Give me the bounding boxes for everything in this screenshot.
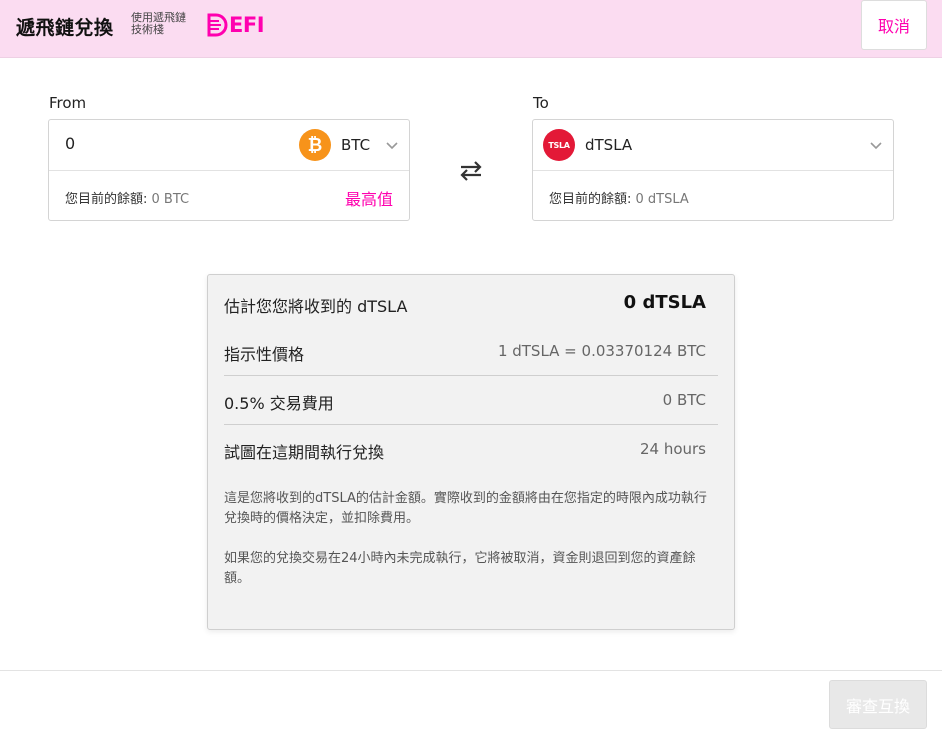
from-token-box: ₿ BTC 您目前的餘額: 0 BTC 最高值 bbox=[48, 119, 410, 221]
max-button[interactable]: 最高值 bbox=[345, 186, 393, 210]
from-balance-value: 0 BTC bbox=[151, 192, 190, 207]
fee-row: 0.5% 交易費用 0 BTC bbox=[224, 378, 718, 426]
powered-by-line2: 技術棧 bbox=[131, 23, 164, 36]
to-chevron-down-icon[interactable] bbox=[869, 141, 883, 151]
defi-logo-mark-icon bbox=[207, 13, 228, 37]
review-swap-button[interactable]: 審查互換 bbox=[829, 680, 927, 729]
to-token-row[interactable]: TSLA dTSLA bbox=[533, 120, 893, 171]
to-balance-value: 0 dTSLA bbox=[635, 192, 689, 207]
price-row: 指示性價格 1 dTSLA = 0.03370124 BTC bbox=[224, 329, 718, 377]
to-balance-label: 您目前的餘額: bbox=[549, 192, 632, 207]
divider bbox=[224, 424, 718, 425]
tsla-icon: TSLA bbox=[543, 129, 575, 161]
from-chevron-down-icon[interactable] bbox=[385, 141, 399, 151]
defi-logo-text: EFI bbox=[229, 13, 265, 37]
from-balance-label: 您目前的餘額: bbox=[65, 192, 148, 207]
app-title: 遞飛鏈兌換 bbox=[16, 17, 114, 39]
powered-by-text: 使用遞飛鏈 技術棧 bbox=[131, 12, 186, 36]
from-balance: 您目前的餘額: 0 BTC bbox=[65, 188, 189, 207]
estimate-note: 這是您將收到的dTSLA的估計金額。實際收到的金額將由在您指定的時限內成功執行兌… bbox=[224, 491, 707, 526]
from-label: From bbox=[49, 94, 87, 112]
to-balance: 您目前的餘額: 0 dTSLA bbox=[549, 188, 689, 207]
estimate-row: 估計您您將收到的 dTSLA 0 dTSLA bbox=[224, 281, 718, 329]
cancellation-note: 如果您的兌換交易在24小時內未完成執行，它將被取消，資金則退回到您的資產餘額。 bbox=[224, 551, 696, 586]
to-token-name[interactable]: dTSLA bbox=[585, 136, 632, 154]
period-label: 試圖在這期間執行兌換 bbox=[224, 443, 385, 462]
from-amount-input[interactable] bbox=[65, 134, 265, 153]
swap-direction-icon[interactable] bbox=[458, 160, 484, 182]
divider bbox=[224, 375, 718, 376]
bitcoin-icon: ₿ bbox=[299, 129, 331, 161]
fee-value: 0 BTC bbox=[662, 391, 706, 409]
estimate-label: 估計您您將收到的 dTSLA bbox=[224, 297, 408, 316]
price-value: 1 dTSLA = 0.03370124 BTC bbox=[497, 342, 706, 360]
from-token-row: ₿ BTC bbox=[49, 120, 409, 171]
period-value: 24 hours bbox=[639, 440, 706, 458]
period-row: 試圖在這期間執行兌換 24 hours bbox=[224, 427, 718, 475]
from-token-name[interactable]: BTC bbox=[341, 136, 370, 154]
swap-summary-card: 估計您您將收到的 dTSLA 0 dTSLA 指示性價格 1 dTSLA = 0… bbox=[207, 274, 735, 630]
price-label: 指示性價格 bbox=[224, 345, 305, 364]
header-bar: 遞飛鏈兌換 使用遞飛鏈 技術棧 EFI 取消 bbox=[0, 0, 942, 58]
fee-label: 0.5% 交易費用 bbox=[224, 394, 334, 413]
to-label: To bbox=[533, 94, 549, 112]
defi-logo: EFI bbox=[206, 12, 265, 38]
footer-divider bbox=[0, 670, 942, 671]
cancel-button[interactable]: 取消 bbox=[861, 0, 927, 50]
estimate-value: 0 dTSLA bbox=[623, 292, 706, 313]
to-token-box: TSLA dTSLA 您目前的餘額: 0 dTSLA bbox=[532, 119, 894, 221]
